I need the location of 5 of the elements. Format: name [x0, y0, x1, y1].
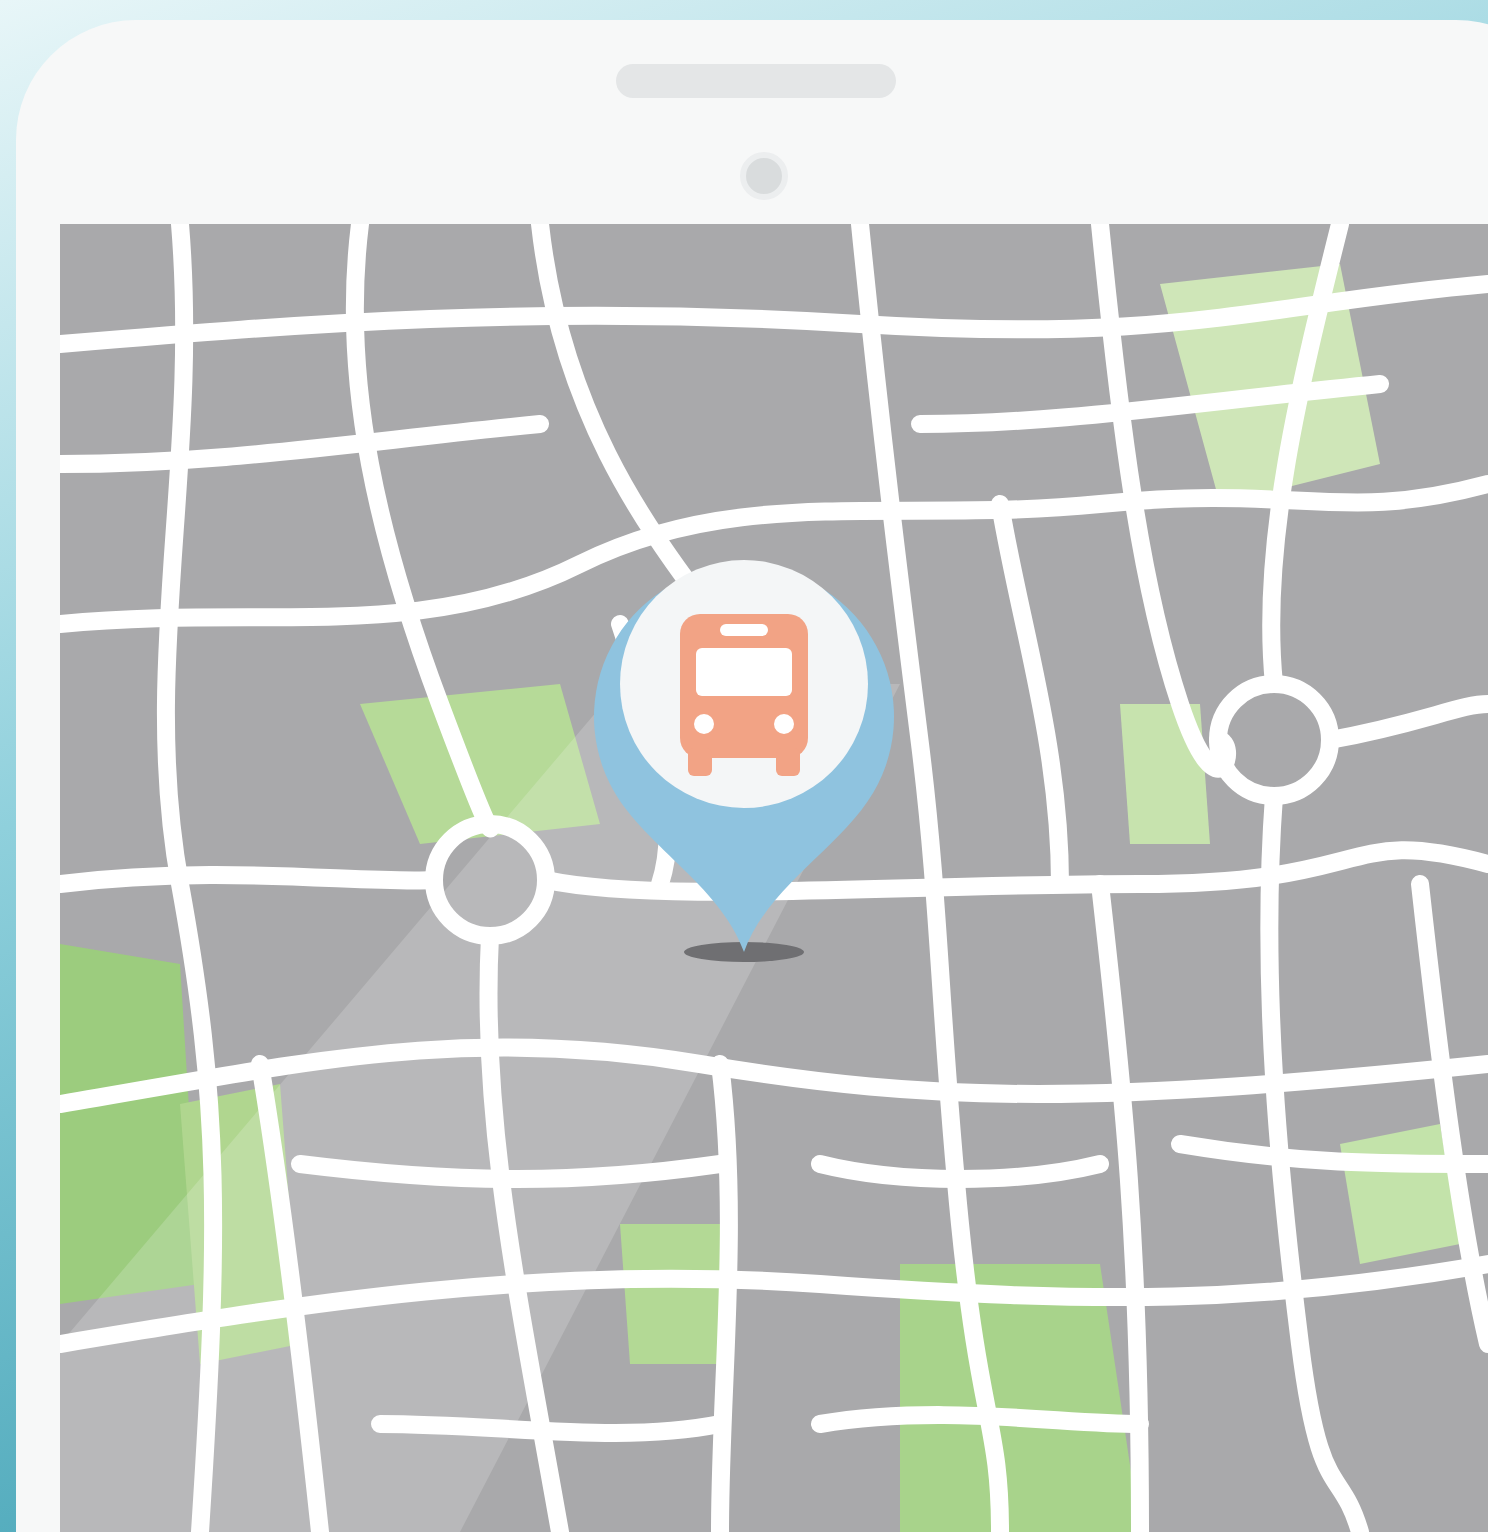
- park-area: [1120, 704, 1210, 844]
- camera-dot: [740, 152, 788, 200]
- bus-icon: [680, 614, 808, 776]
- bus-location-pin[interactable]: [594, 560, 894, 962]
- park-area: [1340, 1124, 1460, 1264]
